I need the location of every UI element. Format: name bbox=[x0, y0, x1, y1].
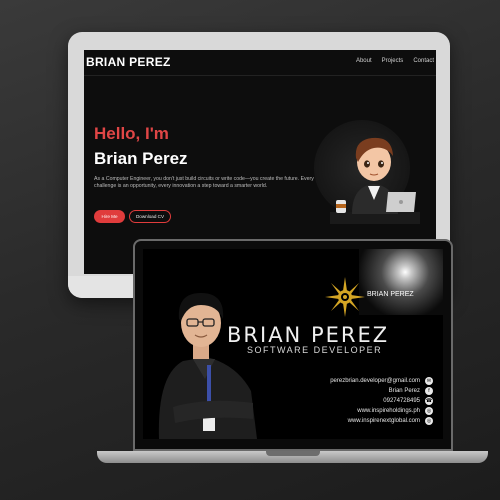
contact-email[interactable]: perezbrian.developer@gmail.com ✉ bbox=[330, 377, 433, 385]
laptop-screen-frame: BRIAN PEREZ BRIAN PEREZ SOFTWARE DEVELOP… bbox=[133, 239, 453, 451]
contact-social[interactable]: Brian Perez f bbox=[389, 387, 433, 395]
site-brand[interactable]: BRIAN PEREZ bbox=[86, 55, 171, 69]
social-icon: f bbox=[425, 387, 433, 395]
person-photo bbox=[158, 293, 257, 439]
business-card: BRIAN PEREZ BRIAN PEREZ SOFTWARE DEVELOP… bbox=[143, 249, 443, 439]
laptop-notch bbox=[266, 451, 320, 456]
nav-links: About Projects Contact bbox=[356, 58, 434, 64]
hero-greeting: Hello, I'm bbox=[94, 124, 169, 143]
contact-social-text: Brian Perez bbox=[388, 388, 420, 394]
contact-website-1[interactable]: www.inspireholdings.ph ◎ bbox=[357, 407, 433, 415]
phone-icon: ☎ bbox=[425, 397, 433, 405]
hire-me-button[interactable]: Hire Me bbox=[94, 210, 125, 223]
hero-description: As a Computer Engineer, you don't just b… bbox=[94, 176, 314, 189]
contact-phone-text: 09274728495 bbox=[383, 398, 420, 404]
nav-projects[interactable]: Projects bbox=[382, 58, 404, 64]
card-role: SOFTWARE DEVELOPER bbox=[247, 345, 383, 355]
contact-email-text: perezbrian.developer@gmail.com bbox=[330, 378, 420, 384]
contact-list: perezbrian.developer@gmail.com ✉ Brian P… bbox=[330, 377, 433, 425]
contact-phone[interactable]: 09274728495 ☎ bbox=[383, 397, 433, 405]
mail-icon: ✉ bbox=[425, 377, 433, 385]
lens-flare bbox=[359, 249, 443, 315]
nav-about[interactable]: About bbox=[356, 58, 372, 64]
globe-icon: ◎ bbox=[425, 417, 433, 425]
nav-contact[interactable]: Contact bbox=[413, 58, 434, 64]
site-navbar: BRIAN PEREZ About Projects Contact bbox=[84, 50, 436, 76]
globe-icon: ◎ bbox=[425, 407, 433, 415]
card-tag: BRIAN PEREZ bbox=[367, 291, 414, 298]
contact-website-1-text: www.inspireholdings.ph bbox=[357, 408, 420, 414]
contact-website-2-text: www.inspirenextglobal.com bbox=[347, 418, 420, 424]
hero-name: Brian Perez bbox=[94, 149, 188, 168]
cartoon-avatar bbox=[330, 137, 420, 224]
sun-logo-icon bbox=[325, 277, 365, 317]
download-cv-button[interactable]: Download CV bbox=[129, 210, 171, 223]
contact-website-2[interactable]: www.inspirenextglobal.com ◎ bbox=[348, 417, 433, 425]
